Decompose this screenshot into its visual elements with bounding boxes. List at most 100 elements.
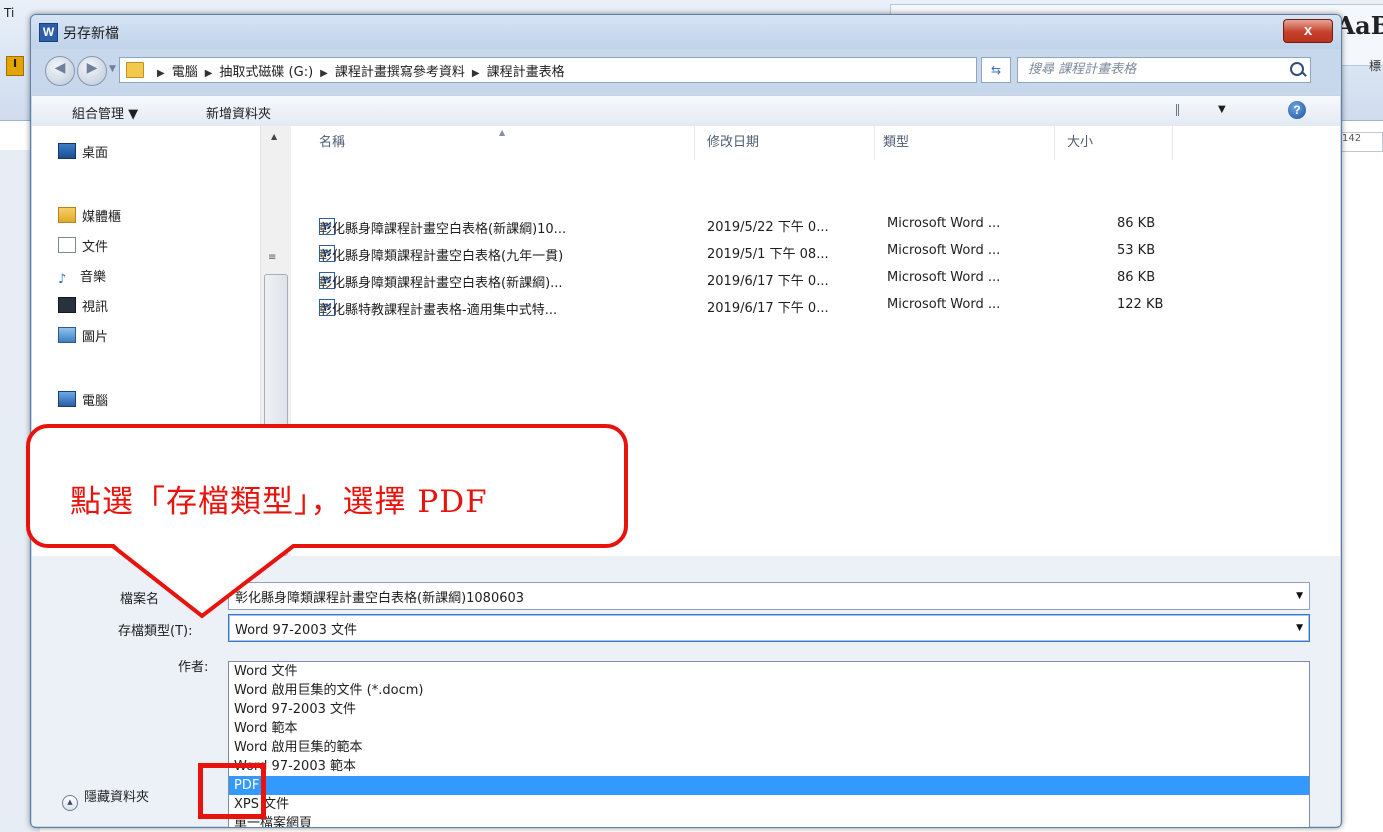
file-date: 2019/5/1 下午 08...	[707, 247, 829, 262]
style-caption: 標	[1368, 59, 1381, 73]
column-header-size[interactable]: 大小	[1055, 126, 1173, 160]
scroll-grip-icon: ≡	[268, 252, 277, 263]
filename-field[interactable]: 彰化縣身障類課程計畫空白表格(新課綱)1080603 ▼	[228, 582, 1310, 610]
library-icon	[58, 207, 76, 223]
nav-item-desktop[interactable]: 桌面	[58, 142, 108, 161]
nav-item-libraries[interactable]: 媒體櫃	[58, 206, 121, 225]
nav-item-label: 媒體櫃	[82, 210, 122, 225]
filetype-option[interactable]: Word 啟用巨集的範本	[229, 738, 1309, 757]
column-header-type[interactable]: 類型	[875, 126, 1055, 160]
video-icon	[58, 297, 76, 313]
file-row[interactable]: W 彰化縣特教課程計畫表格-適用集中式特... 2019/6/17 下午 0...…	[319, 295, 1219, 318]
filetype-options-list: Word 文件 Word 啟用巨集的文件 (*.docm) Word 97-20…	[228, 661, 1310, 827]
crumb-separator-icon: ▶	[157, 68, 165, 79]
filetype-option[interactable]: Word 文件	[229, 662, 1309, 681]
file-size: 53 KB	[1117, 243, 1156, 258]
back-button[interactable]: ◀	[45, 56, 75, 86]
address-bar[interactable]: ▶電腦▶抽取式磁碟 (G:)▶課程計畫撰寫參考資料▶課程計畫表格 ▼	[119, 57, 1048, 83]
crumb-computer[interactable]: 電腦	[172, 65, 198, 80]
desktop-icon	[58, 143, 76, 159]
organize-button[interactable]: 組合管理 ▼	[72, 103, 138, 122]
view-options-icon[interactable]	[1176, 104, 1193, 116]
search-box[interactable]	[1017, 57, 1311, 83]
callout-pointer	[110, 544, 298, 619]
folder-icon	[126, 62, 144, 78]
collapse-up-icon: ▲	[62, 795, 78, 811]
nav-item-label: 音樂	[80, 270, 107, 285]
nav-item-videos[interactable]: 視訊	[58, 296, 108, 315]
hide-folders-label: 隱藏資料夾	[84, 790, 150, 805]
file-date: 2019/6/17 下午 0...	[707, 274, 829, 289]
view-dropdown-icon[interactable]: ▼	[1218, 104, 1226, 115]
filetype-option[interactable]: 單一檔案網頁	[229, 814, 1309, 827]
pictures-icon	[58, 327, 76, 343]
documents-icon	[58, 237, 76, 253]
file-date: 2019/5/22 下午 0...	[707, 220, 829, 235]
filetype-option[interactable]: Word 97-2003 範本	[229, 757, 1309, 776]
file-row[interactable]: W 彰化縣身障課程計畫空白表格(新課綱)10... 2019/5/22 下午 0.…	[319, 214, 1219, 237]
file-type: Microsoft Word ...	[887, 216, 1001, 231]
music-icon: ♪	[58, 272, 67, 287]
file-type: Microsoft Word ...	[887, 297, 1001, 312]
crumb-folder[interactable]: 課程計畫撰寫參考資料	[335, 65, 465, 80]
nav-item-documents[interactable]: 文件	[58, 236, 108, 255]
column-header-name[interactable]: 名稱	[291, 126, 695, 160]
filetype-select[interactable]: Word 97-2003 文件 ▼	[228, 614, 1310, 642]
address-row: ◀ ▶ ▼ ▶電腦▶抽取式磁碟 (G:)▶課程計畫撰寫參考資料▶課程計畫表格 ▼…	[31, 49, 1341, 91]
filetype-option[interactable]: Word 97-2003 文件	[229, 700, 1309, 719]
computer-icon	[58, 391, 76, 407]
nav-item-label: 視訊	[82, 300, 109, 315]
file-name: 彰化縣身障類課程計畫空白表格(新課綱)...	[319, 276, 563, 291]
callout-text: 點選「存檔類型」，選擇 PDF	[70, 484, 488, 520]
word-app-icon: W	[39, 23, 58, 42]
file-name: 彰化縣身障類課程計畫空白表格(九年一貫)	[319, 249, 564, 264]
ribbon-text: Ti	[4, 6, 15, 20]
nav-item-label: 圖片	[82, 330, 109, 345]
dialog-title: 另存新檔	[63, 26, 119, 42]
crumb-separator-icon: ▶	[204, 68, 213, 79]
nav-item-pictures[interactable]: 圖片	[58, 326, 108, 345]
column-header-date[interactable]: 修改日期	[695, 126, 875, 160]
forward-arrow-icon: ▶	[86, 60, 98, 76]
help-icon[interactable]: ?	[1288, 101, 1306, 119]
nav-item-label: 桌面	[82, 146, 109, 161]
back-arrow-icon: ◀	[54, 60, 66, 76]
file-name: 彰化縣特教課程計畫表格-適用集中式特...	[319, 303, 558, 318]
save-as-dialog: W 另存新檔 x ◀ ▶ ▼ ▶ 電腦 ▶ 抽取式磁碟 (G:) ▶ 課程計畫撰寫參考資料…	[30, 14, 1342, 828]
annotation-callout: 點選「存檔類型」，選擇 PDF	[26, 424, 628, 548]
nav-item-label: 電腦	[82, 394, 109, 409]
ruler-number: 142	[1342, 133, 1362, 144]
breadcrumb: ▶ 電腦 ▶ 抽取式磁碟 (G:) ▶ 課程計畫撰寫參考資料 ▶ 課程計畫表格	[150, 61, 565, 80]
scroll-up-icon[interactable]: ▲	[271, 132, 277, 141]
filetype-dropdown-icon[interactable]: ▼	[1296, 623, 1303, 633]
crumb-separator-icon: ▶	[471, 68, 480, 79]
style-preview: AaB	[1336, 11, 1383, 40]
refresh-button[interactable]: ⇆	[981, 57, 1011, 83]
filename-dropdown-icon[interactable]: ▼	[1296, 591, 1303, 601]
nav-item-computer[interactable]: 電腦	[58, 390, 108, 409]
file-size: 86 KB	[1117, 270, 1156, 285]
crumb-drive[interactable]: 抽取式磁碟 (G:)	[219, 65, 313, 80]
filetype-label: 存檔類型(T):	[118, 624, 193, 639]
file-size: 122 KB	[1117, 297, 1164, 312]
filetype-option-pdf[interactable]: PDF	[229, 776, 1309, 795]
new-folder-button[interactable]: 新增資料夾	[206, 103, 271, 122]
search-icon[interactable]	[1290, 62, 1304, 76]
author-label: 作者:	[178, 660, 209, 675]
filetype-option[interactable]: Word 範本	[229, 719, 1309, 738]
nav-item-label: 文件	[82, 240, 109, 255]
file-row[interactable]: W 彰化縣身障類課程計畫空白表格(九年一貫) 2019/5/1 下午 08... …	[319, 241, 1219, 264]
filetype-option[interactable]: Word 啟用巨集的文件 (*.docm)	[229, 681, 1309, 700]
crumb-current[interactable]: 課程計畫表格	[487, 65, 565, 80]
filetype-option[interactable]: XPS 文件	[229, 795, 1309, 814]
file-row[interactable]: W 彰化縣身障類課程計畫空白表格(新課綱)... 2019/6/17 下午 0..…	[319, 268, 1219, 291]
close-button[interactable]: x	[1283, 19, 1333, 43]
file-size: 86 KB	[1117, 216, 1156, 231]
recent-pages-dropdown[interactable]: ▼	[109, 64, 116, 74]
search-input[interactable]	[1026, 61, 1280, 78]
file-type: Microsoft Word ...	[887, 270, 1001, 285]
hide-folders-button[interactable]: ▲ 隱藏資料夾	[62, 786, 149, 811]
nav-item-music[interactable]: ♪ 音樂	[58, 266, 107, 287]
forward-button[interactable]: ▶	[77, 56, 107, 86]
filetype-value: Word 97-2003 文件	[235, 623, 357, 638]
